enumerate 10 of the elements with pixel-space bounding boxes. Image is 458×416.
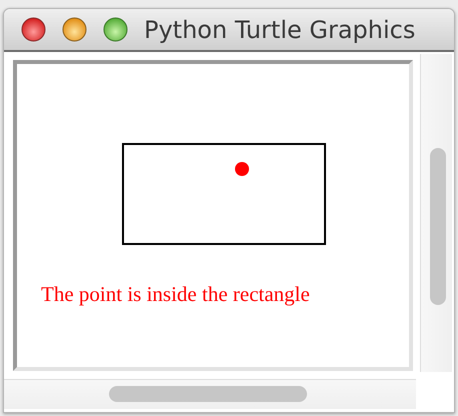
horizontal-scrollbar[interactable]	[4, 379, 416, 409]
vertical-scrollbar[interactable]	[420, 54, 452, 372]
point	[235, 162, 249, 176]
scrollbar-thumb[interactable]	[109, 386, 307, 402]
window-title: Python Turtle Graphics	[144, 14, 416, 46]
close-button[interactable]	[21, 17, 46, 42]
minimize-button[interactable]	[62, 17, 87, 42]
message-text: The point is inside the rectangle	[41, 282, 310, 308]
scrollbar-thumb[interactable]	[430, 148, 446, 305]
zoom-button[interactable]	[103, 17, 128, 42]
